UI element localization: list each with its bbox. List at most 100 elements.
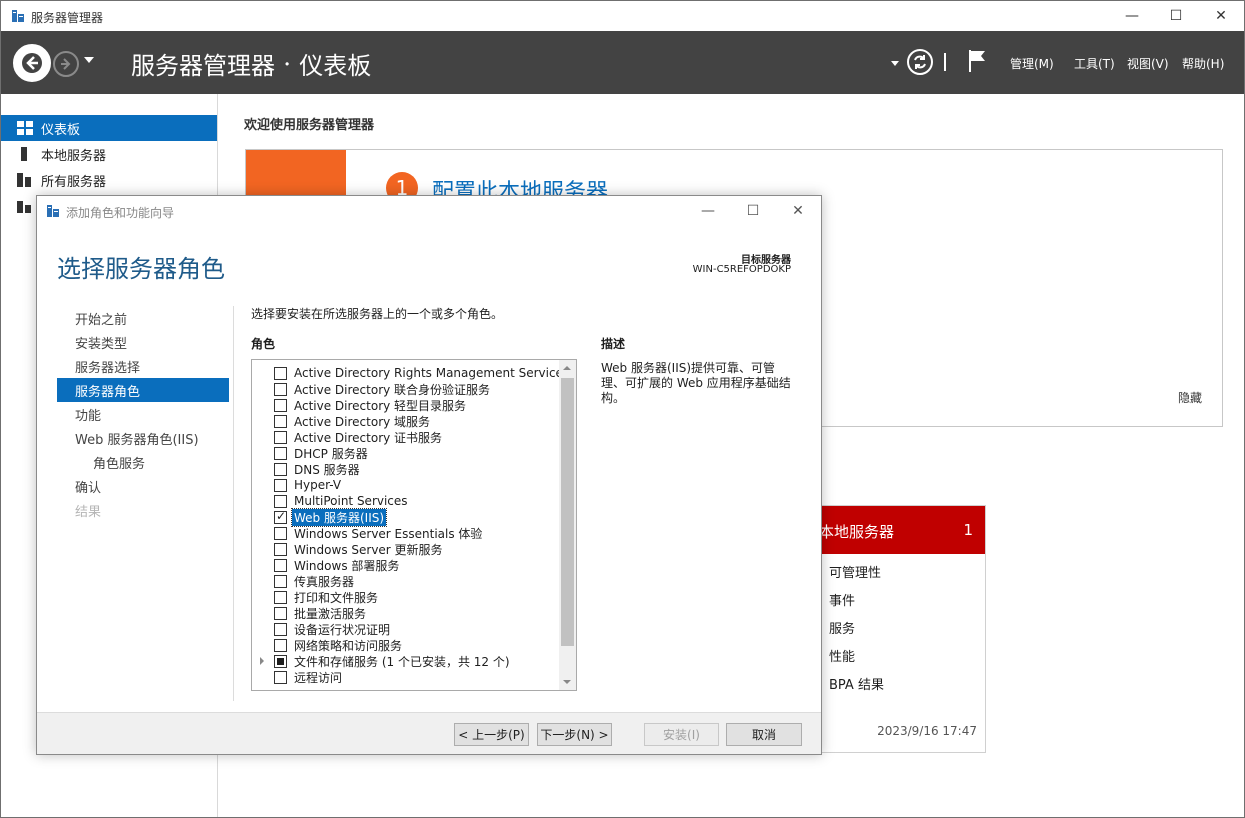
- role-item-file-storage[interactable]: 文件和存储服务 (1 个已安装，共 12 个): [252, 653, 558, 669]
- close-button[interactable]: ✕: [1198, 1, 1244, 31]
- role-item[interactable]: Active Directory 证书服务: [252, 429, 558, 445]
- role-item[interactable]: 传真服务器: [252, 573, 558, 589]
- header-dropdown-icon[interactable]: [891, 61, 899, 66]
- next-button[interactable]: 下一步(N) >: [537, 723, 612, 746]
- step-features[interactable]: 功能: [57, 402, 229, 426]
- menu-view[interactable]: 视图(V): [1127, 55, 1169, 72]
- steps-divider: [233, 306, 234, 701]
- role-item[interactable]: 远程访问: [252, 669, 558, 685]
- menu-tools[interactable]: 工具(T): [1074, 55, 1115, 72]
- role-item[interactable]: Active Directory 域服务: [252, 413, 558, 429]
- role-item[interactable]: Active Directory 联合身份验证服务: [252, 381, 558, 397]
- role-item[interactable]: 打印和文件服务: [252, 589, 558, 605]
- menu-help[interactable]: 帮助(H): [1182, 55, 1224, 72]
- role-checkbox[interactable]: [274, 398, 287, 412]
- role-item[interactable]: Active Directory 轻型目录服务: [252, 397, 558, 413]
- role-item[interactable]: DHCP 服务器: [252, 445, 558, 461]
- role-checkbox[interactable]: [274, 446, 287, 460]
- back-button[interactable]: [13, 44, 51, 82]
- role-label: DHCP 服务器: [294, 446, 368, 461]
- role-item-web-server[interactable]: Web 服务器(IIS): [252, 507, 558, 527]
- role-checkbox-partial[interactable]: [274, 654, 287, 668]
- wizard-titlebar: 添加角色和功能向导 — ☐ ✕: [37, 196, 821, 226]
- step-server-roles[interactable]: 服务器角色: [57, 378, 229, 402]
- servers-icon: [17, 173, 31, 187]
- cancel-button[interactable]: 取消: [726, 723, 802, 746]
- wizard-maximize-button[interactable]: ☐: [730, 196, 776, 226]
- role-item[interactable]: Active Directory Rights Management Servi…: [252, 365, 569, 381]
- tile-line-bpa[interactable]: BPA 结果: [829, 674, 884, 693]
- breadcrumb-current: 仪表板: [299, 52, 372, 80]
- refresh-button[interactable]: [907, 49, 933, 75]
- tile-line-manageability[interactable]: 可管理性: [829, 562, 881, 581]
- sidebar-item-label: 仪表板: [41, 122, 81, 138]
- minimize-button[interactable]: —: [1109, 1, 1155, 31]
- scroll-up-icon[interactable]: [563, 366, 571, 370]
- role-checkbox[interactable]: [274, 430, 287, 444]
- sidebar-item-all-servers[interactable]: 所有服务器: [1, 167, 217, 193]
- role-item[interactable]: Hyper-V: [252, 477, 558, 493]
- role-checkbox[interactable]: [274, 574, 287, 588]
- role-label: 远程访问: [294, 670, 343, 685]
- sidebar-item-local-server[interactable]: 本地服务器: [1, 141, 217, 167]
- role-item[interactable]: Windows Server 更新服务: [252, 541, 558, 557]
- roles-scrollbar[interactable]: [559, 360, 576, 690]
- role-checkbox[interactable]: [274, 542, 287, 556]
- install-button: 安装(I): [644, 723, 719, 746]
- role-checkbox[interactable]: [274, 622, 287, 636]
- role-checkbox[interactable]: [274, 366, 287, 380]
- notifications-flag-icon[interactable]: [967, 49, 987, 73]
- role-checkbox[interactable]: [274, 606, 287, 620]
- storage-icon: [17, 201, 31, 213]
- history-dropdown-icon[interactable]: [84, 57, 94, 63]
- role-checkbox[interactable]: [274, 494, 287, 508]
- step-web-server-role[interactable]: Web 服务器角色(IIS): [57, 426, 229, 450]
- scroll-down-icon[interactable]: [563, 680, 571, 684]
- step-confirmation[interactable]: 确认: [57, 474, 229, 498]
- minimize-icon: —: [1125, 8, 1139, 24]
- step-before-you-begin[interactable]: 开始之前: [57, 306, 229, 330]
- roles-list: Active Directory Rights Management Servi…: [251, 359, 577, 691]
- wizard-minimize-button[interactable]: —: [685, 196, 731, 226]
- role-checkbox[interactable]: [274, 558, 287, 572]
- role-label: 传真服务器: [294, 574, 355, 589]
- tile-header[interactable]: 本地服务器 1: [807, 506, 985, 554]
- role-checkbox[interactable]: [274, 526, 287, 540]
- step-role-services[interactable]: 角色服务: [57, 450, 229, 474]
- step-server-selection[interactable]: 服务器选择: [57, 354, 229, 378]
- role-label: 设备运行状况证明: [294, 622, 391, 637]
- tile-line-performance[interactable]: 性能: [829, 646, 855, 665]
- window-title: 服务器管理器: [31, 11, 104, 25]
- role-checkbox[interactable]: [274, 670, 287, 684]
- forward-button[interactable]: [53, 51, 79, 77]
- role-item[interactable]: DNS 服务器: [252, 461, 558, 477]
- role-item[interactable]: 批量激活服务: [252, 605, 558, 621]
- wizard-close-button[interactable]: ✕: [775, 196, 821, 226]
- step-installation-type[interactable]: 安装类型: [57, 330, 229, 354]
- role-checkbox[interactable]: [274, 478, 287, 492]
- breadcrumb-root[interactable]: 服务器管理器: [131, 46, 275, 81]
- sidebar-item-dashboard[interactable]: 仪表板: [1, 115, 217, 141]
- role-checkbox[interactable]: [274, 382, 287, 396]
- menu-manage[interactable]: 管理(M): [1010, 55, 1054, 72]
- tile-line-services[interactable]: 服务: [829, 618, 855, 637]
- tile-line-events[interactable]: 事件: [829, 590, 855, 609]
- role-item[interactable]: Windows Server Essentials 体验: [252, 525, 558, 541]
- breadcrumb-separator-icon: •: [285, 56, 290, 71]
- role-checkbox[interactable]: [274, 414, 287, 428]
- breadcrumb: 服务器管理器 • 仪表板: [131, 46, 371, 81]
- previous-button[interactable]: < 上一步(P): [454, 723, 529, 746]
- server-icon: [21, 147, 27, 161]
- role-item[interactable]: 网络策略和访问服务: [252, 637, 558, 653]
- role-checkbox[interactable]: [274, 590, 287, 604]
- role-item[interactable]: MultiPoint Services: [252, 493, 558, 509]
- hide-link[interactable]: 隐藏: [1178, 389, 1202, 406]
- role-item[interactable]: Windows 部署服务: [252, 557, 558, 573]
- role-checkbox[interactable]: [274, 462, 287, 476]
- scroll-thumb[interactable]: [561, 378, 574, 646]
- expand-arrow-icon[interactable]: [260, 657, 264, 665]
- maximize-button[interactable]: ☐: [1153, 1, 1199, 31]
- role-item[interactable]: 设备运行状况证明: [252, 621, 558, 637]
- role-checkbox[interactable]: [274, 638, 287, 652]
- role-checkbox-checked[interactable]: [274, 509, 287, 524]
